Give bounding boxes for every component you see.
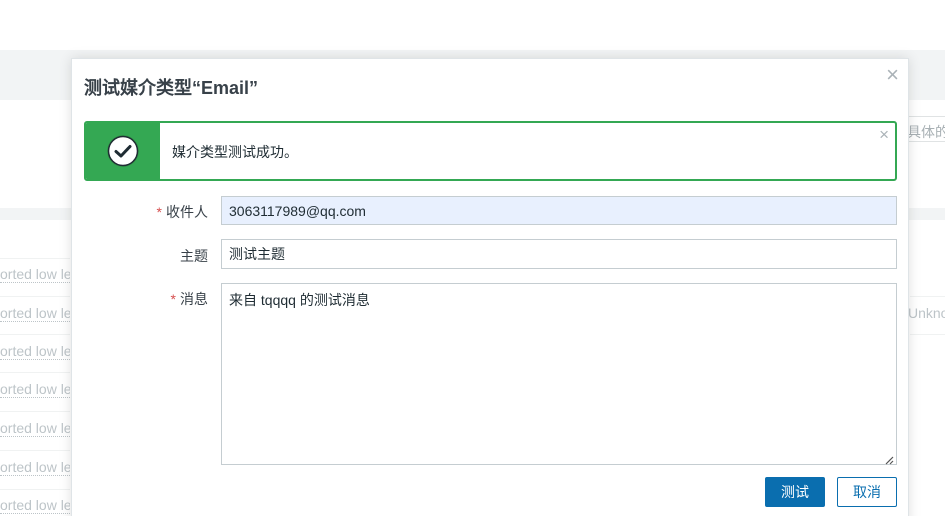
check-circle-icon — [107, 135, 139, 167]
test-button[interactable]: 测试 — [765, 477, 825, 507]
required-marker: * — [156, 204, 162, 220]
success-message: 媒介类型测试成功。 × — [84, 121, 897, 181]
test-media-type-dialog: 测试媒介类型“Email” × 媒介类型测试成功。 × *收件人 主题 *消息 … — [71, 58, 909, 516]
success-message-text: 媒介类型测试成功。 — [172, 144, 298, 160]
recipient-label-text: 收件人 — [166, 204, 208, 220]
message-label-text: 消息 — [180, 291, 208, 307]
resize-handle-icon[interactable] — [884, 455, 894, 465]
recipient-input[interactable] — [221, 196, 897, 225]
dialog-title: 测试媒介类型“Email” — [84, 78, 259, 98]
recipient-label: * 收件人 — [157, 202, 208, 222]
required-marker: * — [170, 291, 176, 307]
success-icon-box — [86, 123, 160, 179]
message-label: * 消息 — [171, 289, 208, 309]
subject-label: 主题 — [180, 248, 208, 264]
subject-input[interactable] — [221, 239, 897, 269]
dialog-close-button[interactable]: × — [886, 64, 899, 86]
cancel-button[interactable]: 取消 — [837, 477, 897, 507]
message-textarea[interactable]: 来自 tqqqq 的测试消息 — [221, 283, 897, 465]
message-close-button[interactable]: × — [879, 126, 889, 144]
